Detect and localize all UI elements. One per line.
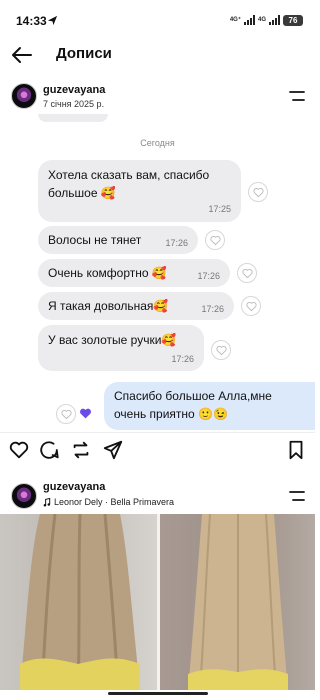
username[interactable]: guzevayana bbox=[43, 481, 105, 493]
hair-illustration bbox=[20, 514, 140, 690]
home-indicator[interactable] bbox=[108, 692, 208, 695]
music-note-icon bbox=[43, 497, 51, 506]
username[interactable]: guzevayana bbox=[43, 84, 105, 96]
next-post-header: guzevayana Leonor Dely · Bella Primavera bbox=[0, 478, 315, 514]
chat-screenshot: Сегодня Хотела сказать вам, спасибо боль… bbox=[0, 114, 315, 432]
page-title: Дописи bbox=[56, 45, 112, 62]
menu-icon[interactable] bbox=[289, 490, 305, 502]
menu-icon[interactable] bbox=[289, 90, 305, 102]
share-icon[interactable] bbox=[102, 439, 124, 461]
message-time: 17:26 bbox=[201, 304, 224, 314]
message-bubble: Хотела сказать вам, спасибо большое 🥰 17… bbox=[38, 160, 241, 222]
heart-icon[interactable] bbox=[205, 230, 225, 250]
network-label: 4G⁺ bbox=[229, 17, 241, 23]
comment-icon[interactable] bbox=[38, 439, 60, 461]
avatar[interactable] bbox=[11, 483, 37, 509]
music-line[interactable]: Leonor Dely · Bella Primavera bbox=[43, 497, 174, 507]
hair-illustration bbox=[188, 514, 288, 690]
post-date: 7 січня 2025 р. bbox=[43, 99, 105, 109]
send-icon bbox=[47, 15, 58, 26]
before-photo bbox=[0, 514, 157, 690]
heart-icon[interactable] bbox=[241, 296, 261, 316]
signal-icon bbox=[243, 15, 255, 25]
post-action-bar bbox=[0, 432, 315, 468]
network-label: 4G bbox=[257, 17, 266, 23]
message-bubble-partial bbox=[38, 114, 108, 122]
back-arrow-icon[interactable] bbox=[10, 45, 34, 65]
message-bubble: У вас золотые ручки🥰 17:26 bbox=[38, 325, 204, 371]
message-time: 17:26 bbox=[197, 271, 220, 281]
message-bubble: Волосы не тянет 17:26 bbox=[38, 226, 198, 254]
heart-icon[interactable] bbox=[211, 340, 231, 360]
heart-reaction-icon bbox=[80, 408, 91, 419]
message-bubble: Я такая довольная🥰 17:26 bbox=[38, 292, 234, 320]
post-header: guzevayana 7 січня 2025 р. bbox=[0, 80, 315, 114]
message-text: Очень комфортно 🥰 bbox=[48, 266, 167, 280]
heart-icon[interactable] bbox=[237, 263, 257, 283]
heart-icon[interactable] bbox=[8, 439, 30, 461]
day-separator: Сегодня bbox=[140, 138, 175, 148]
message-text: У вас золотые ручки🥰 bbox=[48, 333, 177, 347]
message-text: Хотела сказать вам, спасибо большое 🥰 bbox=[48, 168, 210, 200]
message-bubble: Очень комфортно 🥰 17:26 bbox=[38, 259, 230, 287]
heart-icon[interactable] bbox=[248, 182, 268, 202]
music-label: Leonor Dely · Bella Primavera bbox=[54, 497, 175, 507]
message-time: 17:26 bbox=[171, 354, 194, 364]
reply-bubble: Спасибо большое Алла,мне очень приятно 🙂… bbox=[104, 382, 315, 430]
reply-text: Спасибо большое Алла,мне очень приятно 🙂… bbox=[114, 389, 272, 421]
message-time: 17:26 bbox=[165, 238, 188, 248]
bookmark-icon[interactable] bbox=[285, 439, 307, 461]
heart-icon[interactable] bbox=[56, 404, 76, 424]
message-time: 17:25 bbox=[208, 204, 231, 214]
status-bar: 14:33 4G⁺ 4G 76 bbox=[0, 0, 315, 40]
repost-icon[interactable] bbox=[70, 439, 92, 461]
status-indicators: 4G⁺ 4G 76 bbox=[230, 14, 303, 26]
signal-icon bbox=[269, 15, 280, 25]
status-time: 14:33 bbox=[16, 14, 47, 28]
post-image[interactable] bbox=[0, 514, 315, 690]
avatar[interactable] bbox=[11, 83, 37, 109]
battery-icon: 76 bbox=[283, 14, 303, 26]
top-bar: Дописи bbox=[0, 40, 315, 70]
after-photo bbox=[160, 514, 315, 690]
message-text: Я такая довольная🥰 bbox=[48, 299, 169, 313]
